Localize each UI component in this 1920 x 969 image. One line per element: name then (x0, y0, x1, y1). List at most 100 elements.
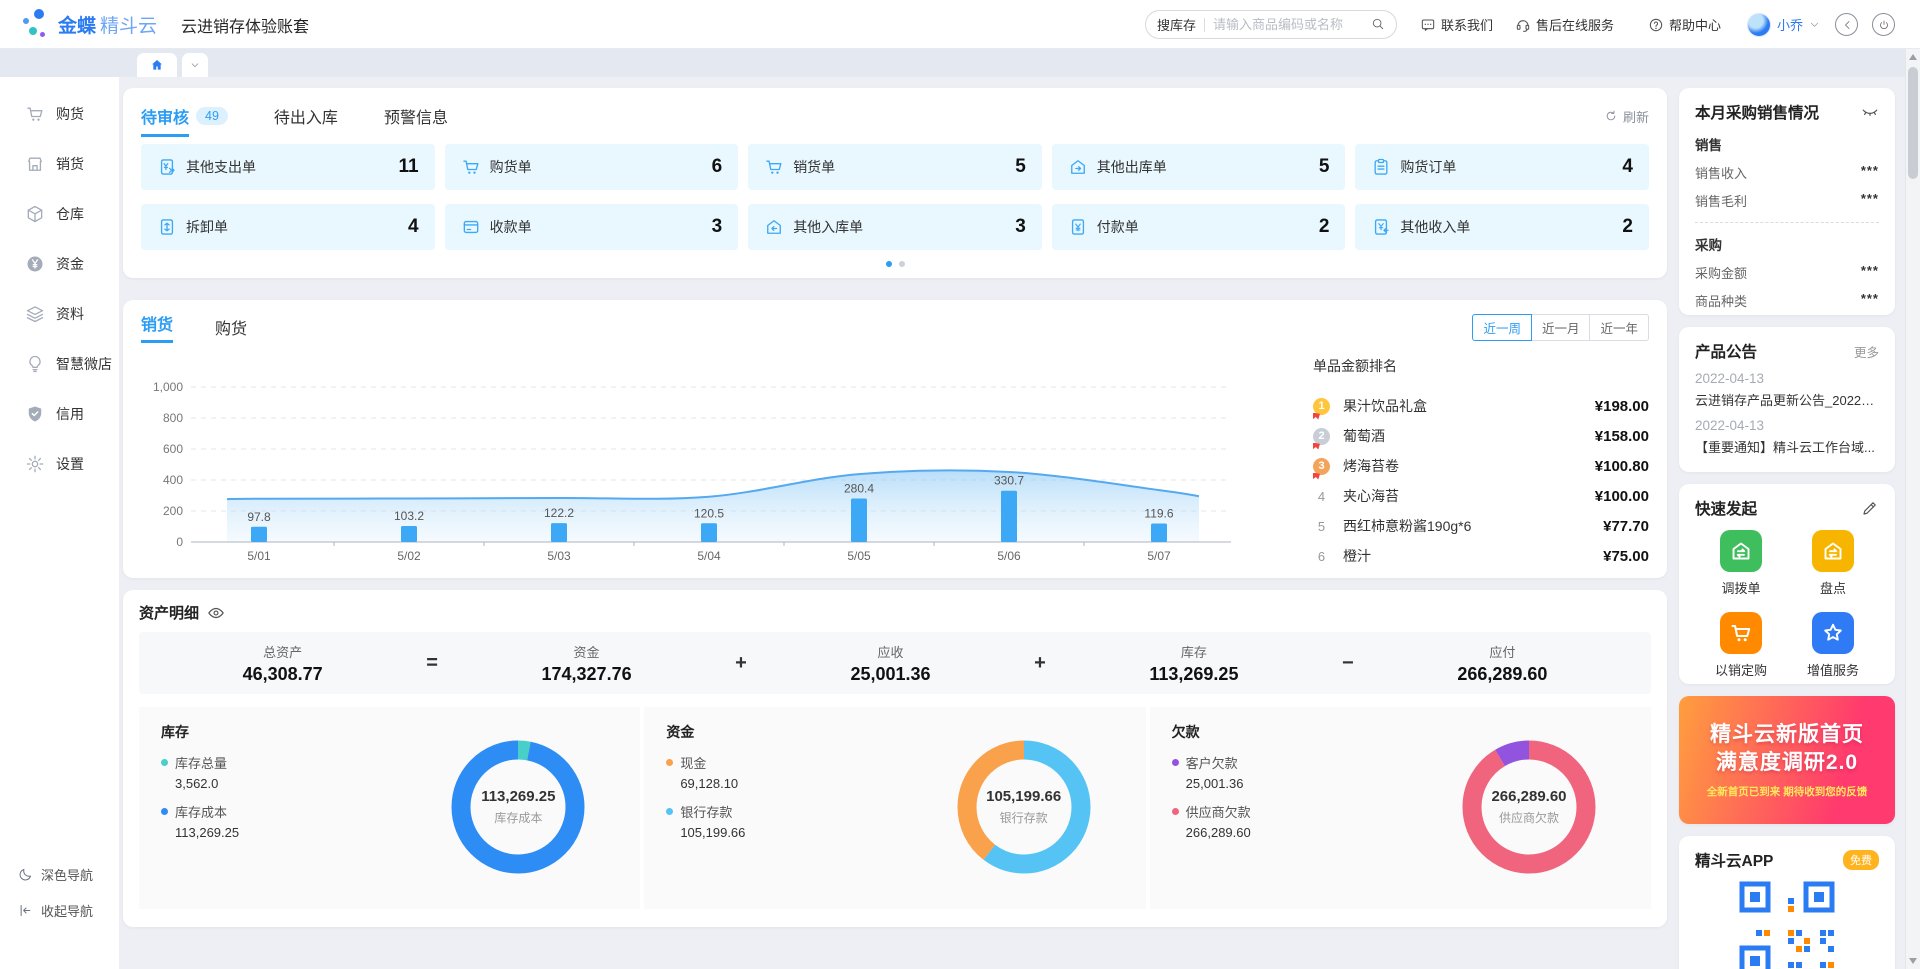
survey-banner[interactable]: 精斗云新版首页 满意度调研2.0 全新首页已到来 期待收到您的反馈 (1679, 696, 1895, 824)
quick-action-4[interactable]: 增值服务 (1807, 612, 1859, 679)
eye-icon[interactable] (207, 604, 225, 622)
scroll-down-arrow[interactable] (1909, 958, 1917, 964)
announcement-link-2[interactable]: 【重要通知】精斗云工作台域... (1695, 437, 1879, 456)
legend-label: 库存总量 (175, 753, 227, 772)
ranking-item-1[interactable]: 1果汁饮品礼盒¥198.00 (1313, 391, 1649, 421)
quick-action-2[interactable]: 盘点 (1812, 530, 1854, 597)
svg-text:119.6: 119.6 (1144, 507, 1173, 521)
page-scrollbar (1905, 49, 1920, 969)
pending-type-card-9[interactable]: 付款单2 (1052, 204, 1346, 250)
more-link[interactable]: 更多 (1854, 342, 1879, 361)
pending-type-label: 其他支出单 (186, 157, 256, 177)
back-button[interactable] (1835, 13, 1858, 36)
tab-purchase[interactable]: 购货 (215, 315, 247, 339)
search-box[interactable]: 搜库存 (1145, 10, 1397, 39)
rank-number: 4 (1313, 489, 1330, 504)
sidebar-item-5[interactable]: 资料 (0, 289, 119, 339)
svg-text:330.7: 330.7 (994, 474, 1024, 488)
pending-type-card-7[interactable]: 收款单3 (445, 204, 739, 250)
app-logo[interactable]: 金蝶 精斗云 (22, 8, 157, 40)
announcement-link-1[interactable]: 云进销存产品更新公告_20220... (1695, 390, 1879, 409)
search-icon[interactable] (1371, 17, 1385, 32)
back-arrow-icon (1841, 19, 1853, 31)
collapse-nav-toggle[interactable]: 收起导航 (18, 901, 93, 920)
tab-dropdown[interactable] (182, 53, 208, 77)
quick-action-1[interactable]: 调拨单 (1720, 530, 1762, 597)
pending-type-card-10[interactable]: 其他收入单2 (1355, 204, 1649, 250)
logo-dots-icon (22, 8, 50, 40)
pagination-dot-1[interactable] (886, 261, 892, 267)
sidebar-item-label: 资金 (56, 254, 84, 274)
star-icon (1812, 612, 1854, 654)
range-month-button[interactable]: 近一月 (1531, 314, 1591, 341)
ranking-item-6[interactable]: 6橙汁¥75.00 (1313, 541, 1649, 571)
cart-white-icon (1720, 612, 1762, 654)
aftersales-service-label: 售后在线服务 (1536, 15, 1614, 34)
sidebar-item-1[interactable]: 购货 (0, 89, 119, 139)
ranking-item-2[interactable]: 2葡萄酒¥158.00 (1313, 421, 1649, 451)
tab-warning-info[interactable]: 预警信息 (384, 98, 448, 134)
refresh-button[interactable]: 刷新 (1604, 107, 1649, 126)
doc-yen-in-icon (1371, 217, 1391, 237)
search-input[interactable] (1213, 17, 1371, 32)
sidebar-item-3[interactable]: 仓库 (0, 189, 119, 239)
sidebar-item-8[interactable]: 设置 (0, 439, 119, 489)
contact-us-label: 联系我们 (1441, 15, 1493, 34)
svg-text:1,000: 1,000 (153, 380, 183, 394)
pending-type-count: 6 (712, 156, 723, 178)
collapse-icon (18, 903, 33, 918)
pending-type-card-5[interactable]: 购货订单4 (1355, 144, 1649, 190)
pagination-dot-2[interactable] (899, 261, 905, 267)
help-center-link[interactable]: 帮助中心 (1648, 0, 1721, 49)
quick-action-3[interactable]: 以销定购 (1715, 612, 1767, 679)
pending-type-card-8[interactable]: 其他入库单3 (748, 204, 1042, 250)
sidebar-item-2[interactable]: 销货 (0, 139, 119, 189)
pending-type-card-2[interactable]: 购货单6 (445, 144, 739, 190)
legend-dot-icon (1172, 808, 1179, 815)
caret-down-icon (190, 60, 200, 70)
range-week-button[interactable]: 近一周 (1472, 314, 1532, 341)
announcements-title: 产品公告 (1695, 340, 1854, 362)
sidebar: 购货销货仓库资金资料智慧微店信用设置 深色导航 收起导航 (0, 77, 119, 969)
search-divider (1204, 18, 1205, 32)
asset-panel-3: 欠款客户欠款25,001.36供应商欠款266,289.60266,289.60… (1150, 707, 1651, 909)
range-year-button[interactable]: 近一年 (1589, 314, 1649, 341)
tab-pending-approval[interactable]: 待审核 49 (141, 98, 228, 134)
legend-dot-icon (161, 759, 168, 766)
sidebar-item-label: 设置 (56, 454, 84, 474)
pending-type-card-3[interactable]: 销货单5 (748, 144, 1042, 190)
app-qr-code (1739, 881, 1835, 969)
ranking-item-3[interactable]: 3烤海苔卷¥100.80 (1313, 451, 1649, 481)
ranking-item-4[interactable]: 4夹心海苔¥100.00 (1313, 481, 1649, 511)
scroll-up-arrow[interactable] (1909, 54, 1917, 60)
tab-pending-inout[interactable]: 待出入库 (274, 98, 338, 134)
search-scope-label[interactable]: 搜库存 (1157, 15, 1196, 34)
pending-type-card-4[interactable]: 其他出库单5 (1052, 144, 1346, 190)
user-menu[interactable]: 小乔 (1747, 0, 1820, 49)
sidebar-item-label: 购货 (56, 104, 84, 124)
asset-stat-value: 174,327.76 (542, 664, 632, 685)
logout-button[interactable] (1872, 13, 1895, 36)
logo-text-secondary: 精斗云 (100, 11, 157, 38)
sidebar-item-6[interactable]: 智慧微店 (0, 339, 119, 389)
contact-us-link[interactable]: 联系我们 (1420, 0, 1493, 49)
pending-type-card-1[interactable]: 其他支出单11 (141, 144, 435, 190)
rank-number: 6 (1313, 549, 1330, 564)
pending-type-count: 3 (712, 216, 723, 238)
dark-nav-label: 深色导航 (41, 865, 93, 884)
pencil-icon[interactable] (1861, 499, 1879, 517)
sidebar-item-4[interactable]: 资金 (0, 239, 119, 289)
dark-nav-toggle[interactable]: 深色导航 (18, 865, 93, 884)
eye-closed-icon[interactable] (1861, 103, 1879, 121)
tab-sales[interactable]: 销货 (141, 311, 173, 343)
cube-icon (25, 204, 45, 224)
aftersales-service-link[interactable]: 售后在线服务 (1515, 0, 1614, 49)
cart-icon (764, 157, 784, 177)
announcement-date: 2022-04-13 (1695, 371, 1879, 386)
ranking-item-5[interactable]: 5西红柿意粉酱190g*6¥77.70 (1313, 511, 1649, 541)
home-tab[interactable] (137, 53, 177, 77)
scroll-thumb[interactable] (1908, 67, 1918, 179)
pending-type-label: 购货订单 (1400, 157, 1456, 177)
sidebar-item-7[interactable]: 信用 (0, 389, 119, 439)
pending-type-card-6[interactable]: 拆卸单4 (141, 204, 435, 250)
